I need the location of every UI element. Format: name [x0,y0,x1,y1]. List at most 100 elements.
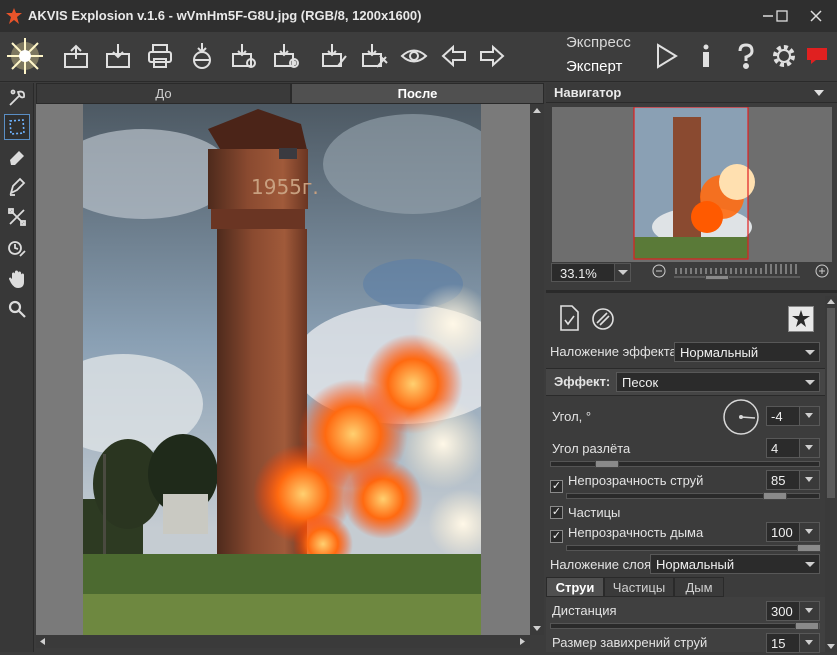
stream-opacity-slider-thumb[interactable] [763,492,787,500]
zoom-select[interactable]: 33.1% [551,263,631,282]
smoke-opacity-slider[interactable] [566,544,821,552]
distance-label: Дистанция [552,603,617,618]
zoom-out-icon[interactable] [652,264,666,278]
chevron-down-icon [805,380,815,385]
preferences-save-icon[interactable] [268,38,304,74]
effect-label: Эффект: [554,374,611,389]
canvas-vertical-scrollbar[interactable] [530,104,544,635]
forward-arrow-icon[interactable] [474,38,510,74]
help-icon[interactable] [728,38,764,74]
layer-blend-select[interactable]: Нормальный [650,554,820,574]
selection-tool-icon[interactable] [4,114,30,140]
effect-blend-select[interactable]: Нормальный [674,342,820,362]
swirl-size-input[interactable]: 15 [766,633,820,653]
spread-value: 4 [771,441,779,456]
zoom-slider-thumb[interactable] [705,275,729,280]
window-title: AKVIS Explosion v.1.6 - wVmHm5F-G8U.jpg … [28,8,422,23]
main-toolbar: Экспресс Эксперт [0,32,837,82]
preview-eye-icon[interactable] [396,38,432,74]
photo-water-tower: 1955г. [83,104,481,635]
smoke-opacity-input[interactable]: 100 [766,522,820,542]
hand-tool-icon[interactable] [4,266,30,292]
swirl-size-label: Размер завихрений струй [552,635,708,650]
angle-input[interactable]: -4 [766,406,820,426]
distance-slider-thumb[interactable] [795,622,819,630]
apply-preset-icon[interactable] [556,305,582,331]
stream-opacity-value: 85 [771,473,786,488]
expert-mode-button[interactable]: Эксперт [566,58,622,75]
eraser-tool-icon[interactable] [4,144,30,170]
chevron-down-icon[interactable] [814,90,824,96]
particles-checkbox[interactable]: ✓ [550,506,563,519]
swirl-size-value: 15 [771,636,786,651]
spread-label: Угол разлёта [552,441,631,456]
tab-before[interactable]: До [36,83,291,104]
back-arrow-icon[interactable] [436,38,472,74]
angle-dial[interactable] [722,398,760,436]
chevron-down-icon [805,350,815,355]
navigator-header[interactable]: Навигатор [546,83,837,103]
effect-preview-icon[interactable] [788,306,814,332]
effect-select[interactable]: Песок [616,372,820,392]
tower-inscription: 1955г. [251,175,319,199]
info-icon[interactable] [688,38,724,74]
stream-opacity-checkbox[interactable]: ✓ [550,480,563,493]
tools-panel [0,83,34,652]
background-brush-icon[interactable] [4,174,30,200]
app-logo-icon [6,8,22,24]
save-preset-icon[interactable] [356,38,392,74]
print-icon[interactable] [142,38,178,74]
close-button[interactable] [795,0,837,32]
spread-slider[interactable] [550,460,820,468]
angle-label: Угол, ° [552,409,592,424]
distance-slider[interactable] [550,622,820,630]
stream-opacity-slider[interactable] [566,492,820,500]
spread-slider-thumb[interactable] [595,460,619,468]
transform-tool-icon[interactable] [4,204,30,230]
load-preset-icon[interactable] [316,38,352,74]
layer-blend-label: Наложение слоя [550,557,652,572]
navigator-preview[interactable] [552,107,832,262]
zoom-dropdown-button[interactable] [614,264,630,281]
smoke-opacity-value: 100 [771,525,793,540]
stream-opacity-input[interactable]: 85 [766,470,820,490]
effect-blend-value: Нормальный [680,345,759,360]
chevron-down-icon [805,562,815,567]
view-tabs: До После [36,83,544,104]
zoom-slider[interactable] [674,262,800,282]
direction-brush-tool-icon[interactable] [4,85,30,111]
settings-scrollbar[interactable] [825,296,837,652]
canvas-horizontal-scrollbar[interactable] [36,635,530,648]
stream-opacity-label: Непрозрачность струй [568,473,704,488]
distance-input[interactable]: 300 [766,601,820,621]
zoom-tool-icon[interactable] [4,296,30,322]
tab-after[interactable]: После [291,83,544,104]
save-file-icon[interactable] [100,38,136,74]
effect-value: Песок [622,375,659,390]
tab-particles[interactable]: Частицы [604,577,674,597]
tab-streams[interactable]: Струи [546,577,604,597]
panel-divider [546,290,837,293]
news-notification-icon[interactable] [802,38,832,74]
spread-input[interactable]: 4 [766,438,820,458]
smoke-opacity-slider-thumb[interactable] [797,544,821,552]
batch-settings-icon[interactable] [226,38,262,74]
navigator-title: Навигатор [554,85,622,100]
particles-label: Частицы [568,505,621,520]
reset-icon[interactable] [590,306,616,332]
effect-blend-label: Наложение эффекта [550,344,677,359]
smoke-opacity-label: Непрозрачность дыма [568,525,704,540]
image-canvas[interactable]: 1955г. [36,104,530,635]
open-file-icon[interactable] [58,38,94,74]
history-brush-icon[interactable] [4,236,30,262]
share-web-icon[interactable] [184,38,220,74]
explosion-logo-icon [4,34,46,78]
smoke-opacity-checkbox[interactable]: ✓ [550,530,563,543]
distance-value: 300 [771,604,793,619]
run-play-icon[interactable] [648,38,684,74]
express-mode-button[interactable]: Экспресс [566,34,631,51]
settings-gear-icon[interactable] [766,38,802,74]
zoom-value: 33.1% [560,266,597,281]
tab-smoke[interactable]: Дым [674,577,724,597]
zoom-in-icon[interactable] [815,264,829,278]
